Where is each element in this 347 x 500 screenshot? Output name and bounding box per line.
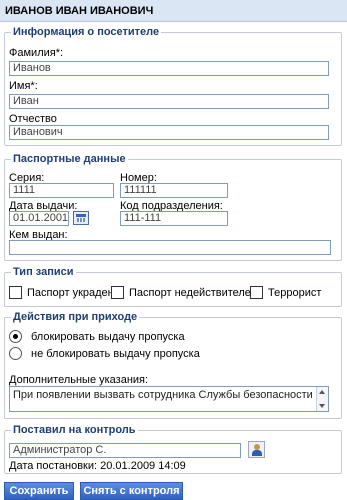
calendar-icon[interactable] — [73, 211, 89, 225]
division-code-field[interactable]: 111-111 — [120, 211, 228, 226]
stolen-label: Паспорт украден — [27, 287, 114, 299]
last-name-label: Фамилия*: — [9, 47, 64, 59]
block-pass-label: блокировать выдачу пропуска — [31, 331, 185, 343]
patronymic-label: Отчество — [9, 113, 57, 125]
issued-by-field[interactable] — [9, 240, 331, 255]
block-pass-radio[interactable] — [9, 330, 22, 343]
user-picker-icon[interactable] — [248, 441, 265, 458]
patronymic-field[interactable]: Иванович — [9, 125, 329, 140]
passport-legend: Паспортные данные — [13, 153, 126, 165]
scroll-up-arrow-icon[interactable] — [319, 390, 325, 394]
textarea-scrollbar[interactable] — [316, 387, 328, 411]
control-date-text: Дата постановки: 20.01.2009 14:09 — [9, 460, 186, 472]
invalid-checkbox[interactable] — [111, 286, 124, 299]
control-legend: Поставил на контроль — [13, 424, 136, 436]
record-type-legend: Тип записи — [13, 266, 74, 278]
controller-field[interactable]: Администратор С. — [9, 443, 241, 458]
save-button[interactable]: Сохранить — [4, 482, 74, 500]
terrorist-label: Террорист — [268, 287, 322, 299]
last-name-field[interactable]: Иванов — [9, 61, 329, 76]
extra-instructions-label: Дополнительные указания: — [9, 374, 149, 386]
first-name-label: Имя*: — [9, 80, 38, 92]
remove-control-button[interactable]: Снять с контроля — [80, 482, 183, 500]
no-block-pass-radio[interactable] — [9, 347, 22, 360]
page-title: ИВАНОВ ИВАН ИВАНОВИЧ — [0, 0, 347, 22]
visitor-info-legend: Информация о посетителе — [13, 26, 160, 38]
actions-legend: Действия при приходе — [13, 311, 138, 323]
stolen-checkbox[interactable] — [9, 286, 22, 299]
first-name-field[interactable]: Иван — [9, 94, 329, 109]
extra-instructions-text: При появлении вызвать сотрудника Службы … — [13, 389, 313, 401]
extra-instructions-field[interactable]: При появлении вызвать сотрудника Службы … — [9, 386, 329, 412]
terrorist-checkbox[interactable] — [250, 286, 263, 299]
series-field[interactable]: 1111 — [9, 183, 114, 198]
number-field[interactable]: 111111 — [120, 183, 228, 198]
invalid-label: Паспорт недействителен — [129, 287, 258, 299]
issue-date-field[interactable]: 01.01.2001 — [9, 211, 69, 226]
no-block-pass-label: не блокировать выдачу пропуска — [31, 348, 200, 360]
scroll-down-arrow-icon[interactable] — [319, 404, 325, 408]
